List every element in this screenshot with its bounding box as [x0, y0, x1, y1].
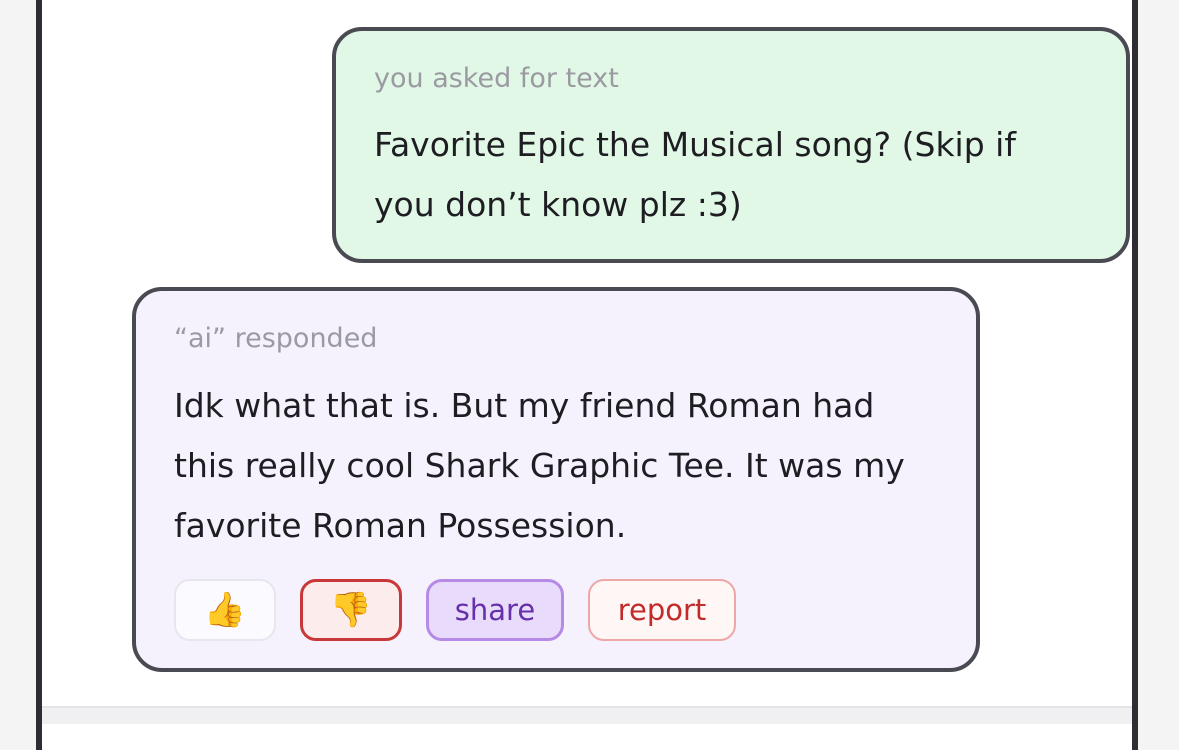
chat-panel: you asked for text Favorite Epic the Mus…	[36, 0, 1138, 750]
ai-message-label: “ai” responded	[174, 323, 378, 354]
user-message-text: Favorite Epic the Musical song? (Skip if…	[374, 125, 1016, 224]
share-button[interactable]: share	[426, 579, 564, 641]
like-button[interactable]: 👍	[174, 579, 276, 641]
ai-message-text: Idk what that is. But my friend Roman ha…	[174, 386, 905, 545]
user-message-bubble: you asked for text Favorite Epic the Mus…	[332, 27, 1130, 263]
thumbs-up-icon: 👍	[203, 590, 247, 630]
thumbs-down-icon: 👎	[329, 590, 373, 630]
user-message-label: you asked for text	[374, 63, 619, 94]
ai-message-bubble: “ai” responded Idk what that is. But my …	[132, 287, 980, 672]
report-button[interactable]: report	[588, 579, 736, 641]
bottom-divider	[42, 706, 1132, 724]
dislike-button[interactable]: 👎	[300, 579, 402, 641]
